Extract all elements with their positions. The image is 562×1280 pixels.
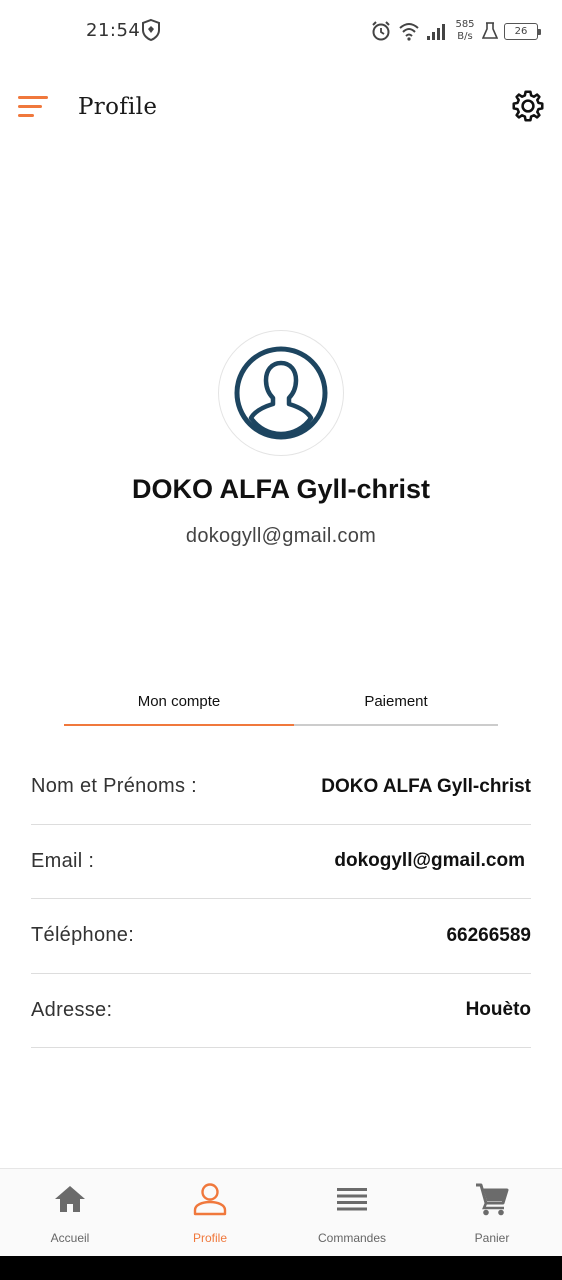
info-row-address: Adresse: Houèto — [31, 974, 531, 1048]
active-tab-indicator — [64, 724, 294, 726]
signal-icon — [427, 24, 445, 40]
info-value: dokogyll@gmail.com — [334, 850, 525, 872]
avatar[interactable] — [218, 330, 344, 456]
nav-item-accueil[interactable]: Accueil — [0, 1169, 140, 1257]
network-speed: 585 B/s — [455, 19, 475, 42]
info-value: DOKO ALFA Gyll-christ — [321, 775, 531, 797]
info-value: 66266589 — [446, 924, 531, 946]
info-row-phone: Téléphone: 66266589 — [31, 899, 531, 974]
list-icon — [337, 1188, 367, 1211]
cart-icon — [476, 1183, 509, 1216]
info-label: Nom et Prénoms : — [31, 775, 197, 798]
menu-icon[interactable] — [18, 96, 50, 118]
tab-mon-compte[interactable]: Mon compte — [64, 676, 294, 726]
info-label: Téléphone: — [31, 924, 135, 947]
info-row-email: Email : dokogyll@gmail.com — [31, 825, 531, 899]
nav-item-profile[interactable]: Profile — [140, 1169, 280, 1257]
lab-flask-icon — [482, 22, 498, 39]
nav-label: Accueil — [50, 1231, 90, 1245]
home-icon — [55, 1186, 85, 1212]
status-time: 21:54 — [86, 20, 141, 41]
nav-item-panier[interactable]: Panier — [422, 1169, 562, 1257]
nav-label: Commandes — [317, 1231, 387, 1245]
nav-label: Profile — [192, 1231, 227, 1245]
page-title: Profile — [78, 94, 158, 120]
bottom-navigation: Accueil Profile Commandes Panier — [0, 1168, 562, 1256]
profile-name: DOKO ALFA Gyll-christ — [131, 474, 431, 504]
info-label: Adresse: — [31, 998, 113, 1021]
system-navigation-bar — [0, 1256, 562, 1280]
status-bar: 21:54 585 B/s 26 — [0, 0, 562, 62]
user-avatar-icon — [234, 346, 328, 440]
info-value: Houèto — [465, 999, 531, 1021]
account-info-list: Nom et Prénoms : DOKO ALFA Gyll-christ E… — [31, 750, 531, 1048]
nav-item-commandes[interactable]: Commandes — [282, 1169, 422, 1257]
user-icon — [193, 1183, 227, 1216]
wifi-icon — [399, 23, 419, 41]
info-label: Email : — [31, 849, 95, 872]
profile-tabs: Mon compte Paiement — [64, 676, 498, 728]
alarm-icon — [372, 21, 390, 41]
profile-email: dokogyll@gmail.com — [185, 525, 377, 547]
app-header: Profile — [0, 72, 562, 142]
settings-icon[interactable] — [510, 88, 546, 124]
shield-icon — [142, 18, 160, 42]
battery-indicator: 26 — [504, 22, 541, 40]
status-icons: 585 B/s 26 — [370, 16, 541, 46]
tab-paiement[interactable]: Paiement — [294, 676, 498, 726]
info-row-name: Nom et Prénoms : DOKO ALFA Gyll-christ — [31, 750, 531, 825]
nav-label: Panier — [474, 1231, 510, 1245]
